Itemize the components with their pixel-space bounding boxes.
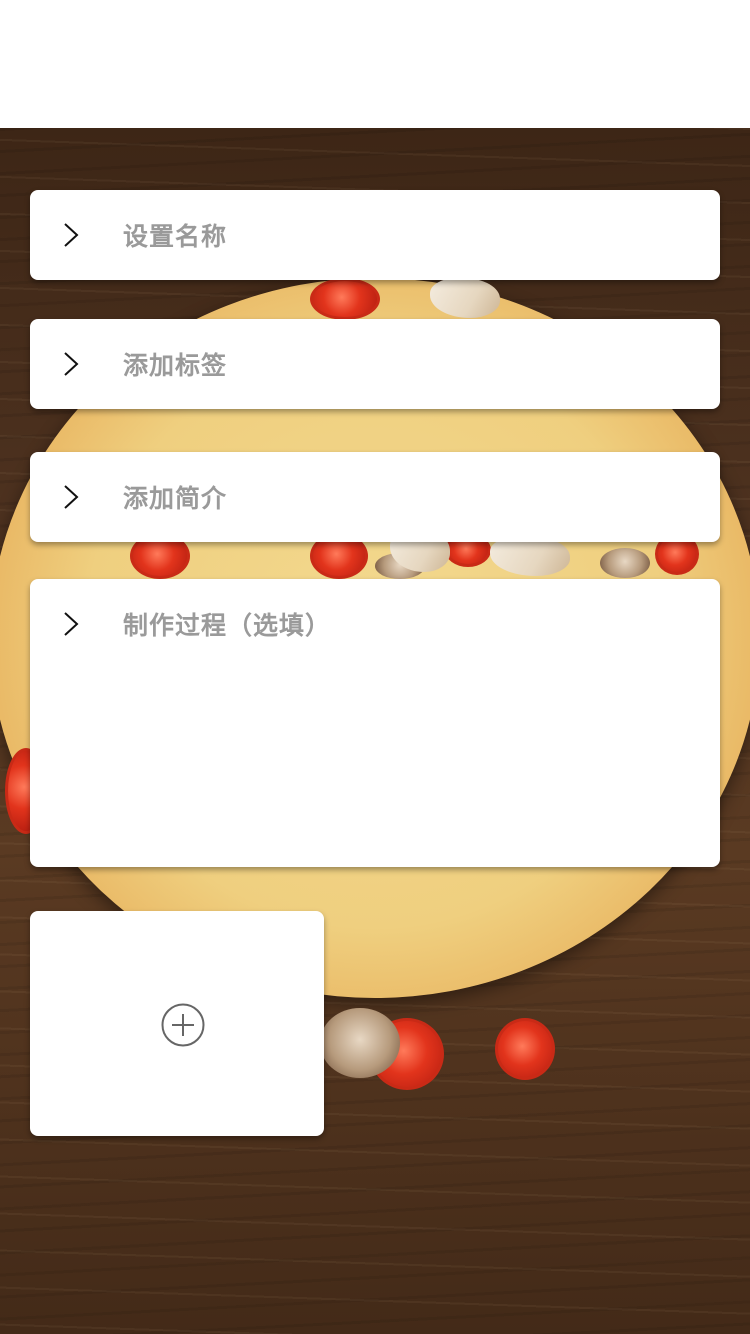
- chevron-right-icon: [64, 223, 79, 247]
- process-row[interactable]: 制作过程（选填）: [30, 579, 720, 669]
- add-image-button[interactable]: [30, 911, 324, 1136]
- add-intro-card[interactable]: 添加简介: [30, 452, 720, 542]
- add-tags-label: 添加标签: [123, 351, 228, 380]
- chevron-right-icon: [64, 352, 79, 376]
- plus-circle-icon: [161, 1003, 205, 1047]
- add-tags-row[interactable]: 添加标签: [30, 319, 720, 409]
- process-label: 制作过程（选填）: [123, 611, 332, 640]
- add-intro-label: 添加简介: [123, 484, 228, 513]
- chevron-right-icon: [64, 485, 79, 509]
- top-header-area: [0, 0, 750, 128]
- add-intro-row[interactable]: 添加简介: [30, 452, 720, 542]
- set-name-row[interactable]: 设置名称: [30, 190, 720, 280]
- set-name-card[interactable]: 设置名称: [30, 190, 720, 280]
- add-tags-card[interactable]: 添加标签: [30, 319, 720, 409]
- set-name-label: 设置名称: [123, 222, 228, 251]
- chevron-right-icon: [64, 612, 79, 636]
- process-card[interactable]: 制作过程（选填）: [30, 579, 720, 867]
